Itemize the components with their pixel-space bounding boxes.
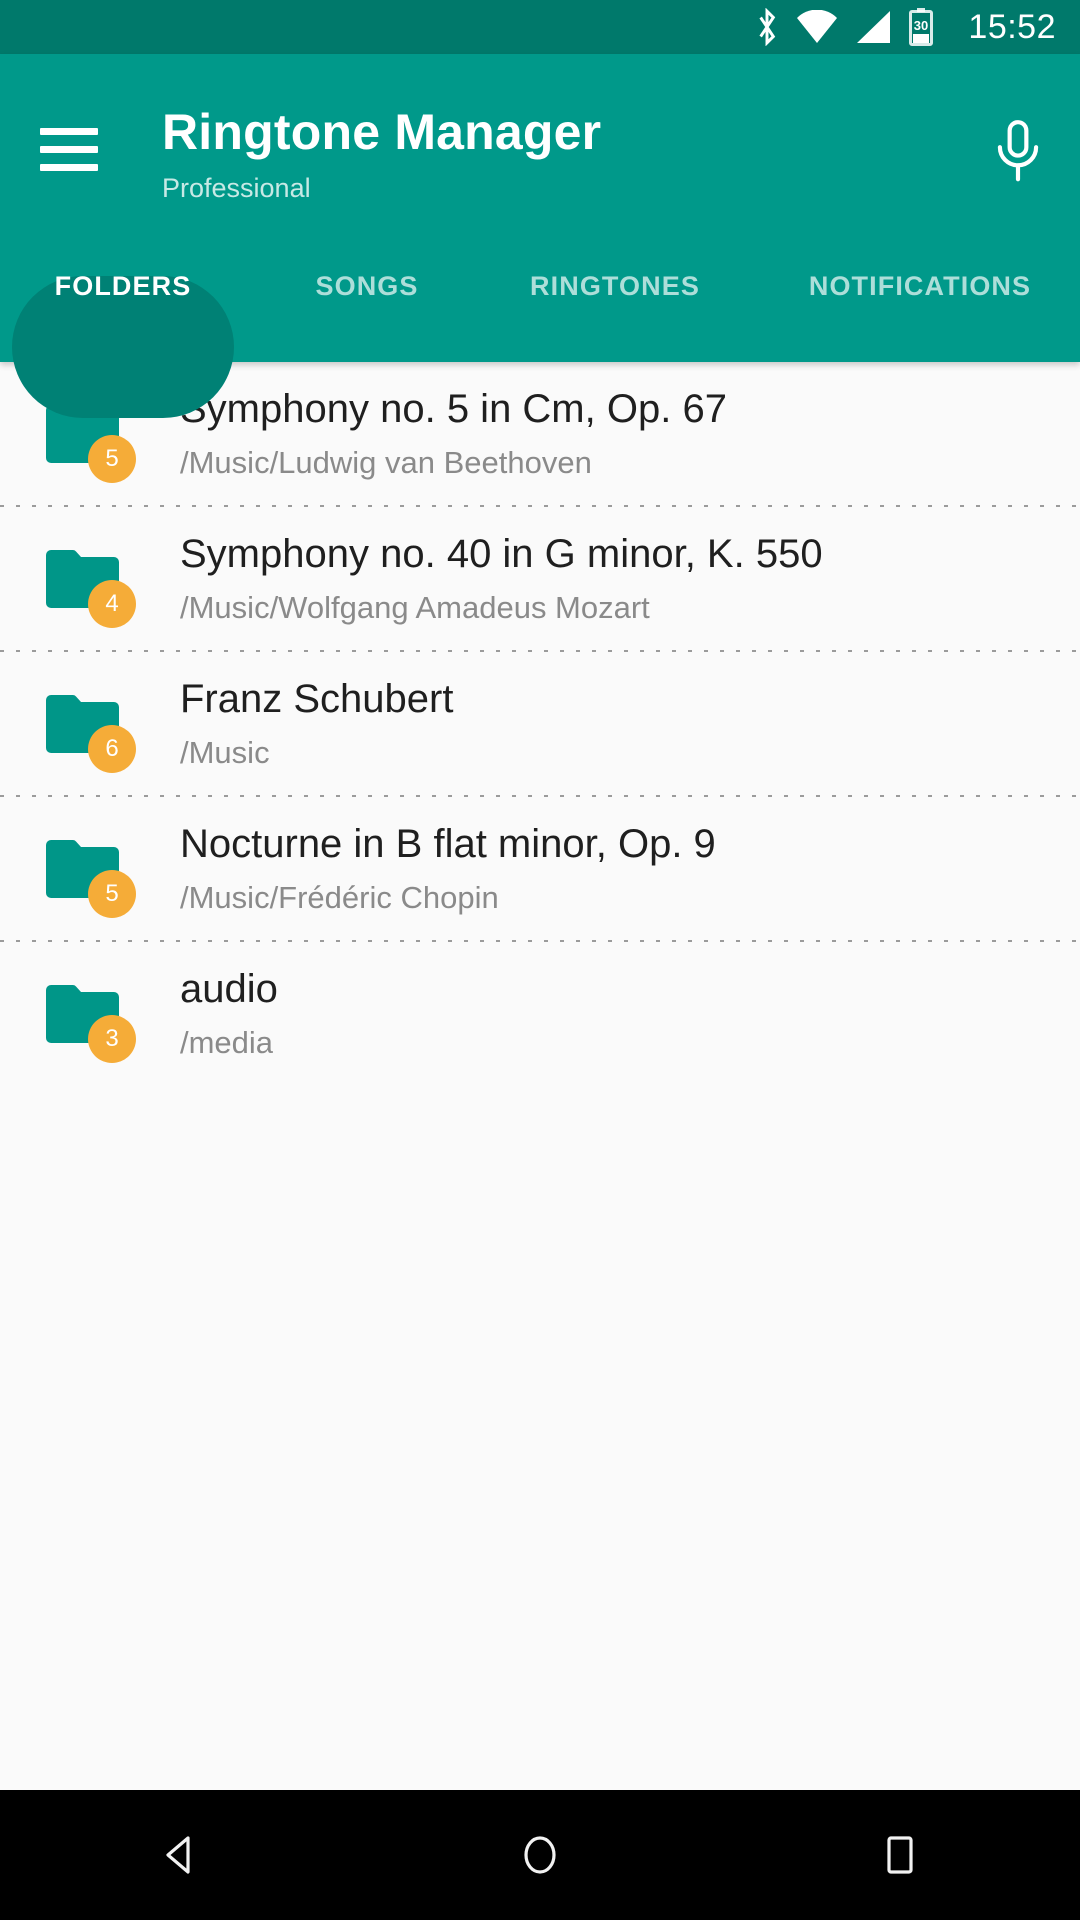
folder-path: /Music/Frédéric Chopin — [180, 879, 499, 915]
phone-screen: 30 15:52 Ringtone Manager Professional F… — [0, 0, 1080, 1920]
folder-count-badge: 4 — [88, 579, 136, 628]
list-item-text: audio/media — [180, 966, 1080, 1062]
folder-icon-wrapper: 3 — [42, 968, 136, 1063]
folder-count-badge: 3 — [88, 1014, 136, 1063]
page-title: Ringtone Manager — [162, 104, 602, 160]
folder-icon-wrapper: 5 — [42, 823, 136, 918]
hamburger-menu-icon[interactable] — [40, 120, 98, 178]
android-navigation-bar — [0, 1790, 1080, 1920]
folder-count-badge: 5 — [88, 869, 136, 918]
list-item[interactable]: 5 Nocturne in B flat minor, Op. 9/Music/F… — [0, 797, 1080, 940]
folder-path: /media — [180, 1024, 274, 1060]
tab-songs-label: SONGS — [315, 270, 419, 301]
list-item[interactable]: 6 Franz Schubert/Music — [0, 652, 1080, 795]
home-nav-icon[interactable] — [465, 1790, 615, 1920]
tab-ringtones-label: RINGTONES — [530, 270, 700, 301]
bluetooth-icon — [754, 8, 780, 46]
tab-ringtones[interactable]: RINGTONES — [490, 214, 740, 362]
tab-notifications-label: NOTIFICATIONS — [808, 270, 1032, 301]
tab-folders-label: FOLDERS — [54, 270, 192, 301]
list-item-text: Symphony no. 5 in Cm, Op. 67/Music/Ludwi… — [180, 386, 1080, 482]
folder-count-value: 6 — [105, 734, 119, 762]
tab-notifications[interactable]: NOTIFICATIONS — [770, 214, 1070, 362]
folder-name: Franz Schubert — [180, 676, 454, 721]
tab-songs[interactable]: SONGS — [272, 214, 462, 362]
folder-icon-wrapper: 6 — [42, 678, 136, 773]
page-subtitle: Professional — [162, 173, 311, 203]
recents-nav-icon[interactable] — [825, 1790, 975, 1920]
folder-name: audio — [180, 966, 278, 1011]
list-item[interactable]: 4 Symphony no. 40 in G minor, K. 550/Musi… — [0, 507, 1080, 650]
app-bar: Ringtone Manager Professional FOLDERS SO… — [0, 54, 1080, 418]
list-item[interactable]: 3 audio/media — [0, 942, 1080, 1085]
folder-name: Symphony no. 40 in G minor, K. 550 — [180, 531, 823, 576]
folder-count-badge: 6 — [88, 724, 136, 773]
folder-count-value: 5 — [105, 879, 119, 907]
tab-bar: FOLDERS SONGS RINGTONES NOTIFICATIONS — [0, 214, 1080, 418]
status-icon-group: 30 15:52 — [754, 8, 1056, 46]
back-nav-icon[interactable] — [105, 1790, 255, 1920]
status-bar-clock: 15:52 — [968, 8, 1056, 46]
svg-text:30: 30 — [914, 18, 928, 33]
folder-path: /Music/Ludwig van Beethoven — [180, 444, 592, 480]
cellular-signal-icon — [854, 10, 892, 44]
list-item-text: Symphony no. 40 in G minor, K. 550/Music… — [180, 531, 1080, 627]
folder-name: Nocturne in B flat minor, Op. 9 — [180, 821, 716, 866]
folder-list[interactable]: 5 Symphony no. 5 in Cm, Op. 67/Music/Ludw… — [0, 362, 1080, 1790]
folder-count-value: 3 — [105, 1024, 119, 1052]
folder-path: /Music/Wolfgang Amadeus Mozart — [180, 589, 650, 625]
tab-folders[interactable]: FOLDERS — [12, 214, 234, 418]
folder-icon-wrapper: 4 — [42, 533, 136, 628]
battery-icon: 30 — [908, 8, 934, 46]
folder-count-badge: 5 — [88, 434, 136, 483]
microphone-icon[interactable] — [986, 118, 1050, 182]
folder-name: Symphony no. 5 in Cm, Op. 67 — [180, 386, 727, 431]
list-item-text: Nocturne in B flat minor, Op. 9/Music/Fr… — [180, 821, 1080, 917]
wifi-icon — [796, 10, 838, 44]
app-bar-top-row: Ringtone Manager Professional — [0, 54, 1080, 214]
folder-count-value: 5 — [105, 444, 119, 472]
folder-count-value: 4 — [105, 589, 119, 617]
list-item-text: Franz Schubert/Music — [180, 676, 1080, 772]
status-bar: 30 15:52 — [0, 0, 1080, 54]
folder-path: /Music — [180, 734, 270, 770]
app-bar-titles: Ringtone Manager Professional — [162, 102, 986, 204]
